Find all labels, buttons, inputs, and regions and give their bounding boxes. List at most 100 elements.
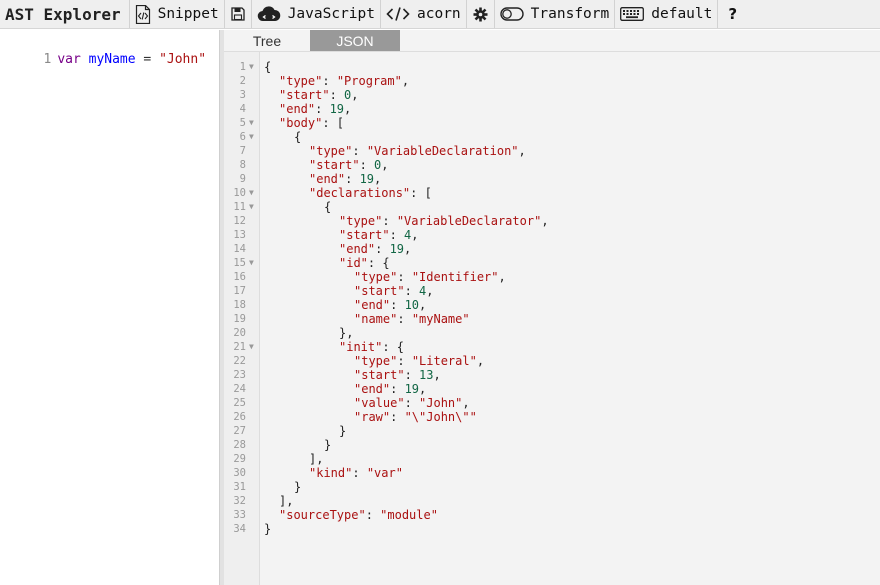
- json-key: "raw": [354, 410, 391, 424]
- save-button[interactable]: [225, 0, 252, 28]
- json-punct: ,: [419, 298, 427, 312]
- json-line-text: "type": "VariableDeclarator",: [339, 214, 549, 228]
- gear-icon: [473, 7, 488, 22]
- json-punct: ,: [541, 214, 549, 228]
- json-punct: ,: [344, 102, 352, 116]
- json-punct: ],: [309, 452, 324, 466]
- json-punct: : [: [410, 186, 432, 200]
- json-punct: }: [294, 480, 302, 494]
- json-punct: :: [352, 466, 367, 480]
- fold-toggle-icon[interactable]: ▼: [249, 340, 254, 354]
- help-button[interactable]: ?: [718, 0, 747, 28]
- json-punct: {: [264, 60, 272, 74]
- keymap-label: default: [651, 6, 713, 22]
- json-key: "type": [279, 74, 323, 88]
- json-line-number: 5: [239, 117, 246, 129]
- json-line: 21 ▼ "init": {: [224, 340, 880, 354]
- json-string: "VariableDeclaration": [366, 144, 519, 158]
- json-punct: ,: [404, 242, 412, 256]
- json-line: 19 "name": "myName": [224, 312, 880, 326]
- json-key: "value": [354, 396, 405, 410]
- json-line-number: 11: [233, 201, 246, 213]
- snippet-menu[interactable]: Snippet: [130, 0, 225, 28]
- fold-toggle-icon[interactable]: ▼: [249, 256, 254, 270]
- json-line-text: "type": "Literal",: [354, 354, 484, 368]
- parser-menu[interactable]: acorn: [381, 0, 467, 28]
- json-punct: ,: [476, 354, 485, 368]
- tab-tree[interactable]: Tree: [224, 30, 310, 51]
- json-line-number: 19: [233, 313, 246, 325]
- json-punct: :: [322, 74, 337, 88]
- json-line: 18 "end": 10,: [224, 298, 880, 312]
- fold-toggle-icon[interactable]: ▼: [249, 200, 254, 214]
- fold-toggle-icon[interactable]: ▼: [249, 186, 254, 200]
- json-punct: :: [359, 158, 375, 172]
- json-punct: :: [365, 508, 381, 522]
- json-punct: :: [390, 410, 405, 424]
- json-key: "sourceType": [279, 508, 366, 522]
- language-menu[interactable]: JavaScript: [252, 0, 382, 28]
- json-key: "end": [279, 102, 316, 116]
- json-line-number: 27: [233, 425, 246, 437]
- json-line: 26 "raw": "\"John\"": [224, 410, 880, 424]
- json-line-text: }: [294, 480, 301, 494]
- code-line[interactable]: 1 var myName = "John": [0, 36, 206, 67]
- json-key: "end": [354, 298, 391, 312]
- language-label: JavaScript: [287, 6, 376, 22]
- json-line: 15 ▼ "id": {: [224, 256, 880, 270]
- json-punct: }: [324, 438, 332, 452]
- parser-settings-button[interactable]: [467, 0, 495, 28]
- cloud-icon: [257, 6, 281, 22]
- json-key: "type": [354, 270, 398, 284]
- json-punct: : {: [367, 256, 390, 270]
- json-line-number: 7: [239, 145, 246, 157]
- json-line-text: "end": 10,: [354, 298, 426, 312]
- json-punct: ,: [351, 88, 359, 102]
- fold-toggle-icon[interactable]: ▼: [249, 116, 254, 130]
- json-punct: :: [315, 102, 330, 116]
- json-line-text: "sourceType": "module": [279, 508, 438, 522]
- json-line: 8 "start": 0,: [224, 158, 880, 172]
- json-line-number: 4: [239, 103, 246, 115]
- transform-toggle[interactable]: Transform: [495, 0, 616, 28]
- json-line-text: "end": 19,: [309, 172, 381, 186]
- json-punct: :: [397, 354, 412, 368]
- json-line-text: "kind": "var": [309, 466, 403, 480]
- json-viewer[interactable]: 1 ▼{2 "type": "Program", 3 "start": 0, 4 "end"…: [224, 60, 880, 536]
- string-token: "John": [159, 52, 207, 67]
- json-punct: :: [397, 270, 412, 284]
- keymap-menu[interactable]: default: [615, 0, 719, 28]
- snippet-label: Snippet: [157, 6, 219, 22]
- code-editor[interactable]: 1 var myName = "John": [0, 30, 219, 585]
- identifier-token: myName: [88, 52, 136, 67]
- json-line-number: 13: [233, 229, 246, 241]
- json-line: 6 ▼ {: [224, 130, 880, 144]
- json-punct: :: [345, 172, 360, 186]
- json-line: 32],: [224, 494, 880, 508]
- json-line: 25 "value": "John",: [224, 396, 880, 410]
- json-line: 5 ▼ "body": [: [224, 116, 880, 130]
- json-line-text: "raw": "\"John\"": [354, 410, 477, 424]
- json-punct: ,: [401, 74, 410, 88]
- tab-json[interactable]: JSON: [310, 30, 400, 51]
- json-number: 10: [404, 298, 420, 312]
- fold-toggle-icon[interactable]: ▼: [249, 60, 254, 74]
- json-line-text: ],: [309, 452, 323, 466]
- fold-toggle-icon[interactable]: ▼: [249, 130, 254, 144]
- json-line: 2 "type": "Program",: [224, 74, 880, 88]
- json-line: 28}: [224, 438, 880, 452]
- json-line: 16 "type": "Identifier",: [224, 270, 880, 284]
- json-line-number: 25: [233, 397, 246, 409]
- json-punct: :: [375, 242, 390, 256]
- json-line-number: 10: [233, 187, 246, 199]
- json-line-number: 30: [233, 467, 246, 479]
- json-key: "end": [354, 382, 391, 396]
- json-punct: : {: [382, 340, 405, 354]
- json-punct: ,: [426, 284, 434, 298]
- json-string: "Literal": [411, 354, 477, 368]
- json-line-number: 22: [233, 355, 246, 367]
- app-title: AST Explorer: [0, 0, 130, 28]
- json-line: 10 ▼ "declarations": [: [224, 186, 880, 200]
- json-string: "Identifier": [411, 270, 499, 284]
- json-line-number: 26: [233, 411, 246, 423]
